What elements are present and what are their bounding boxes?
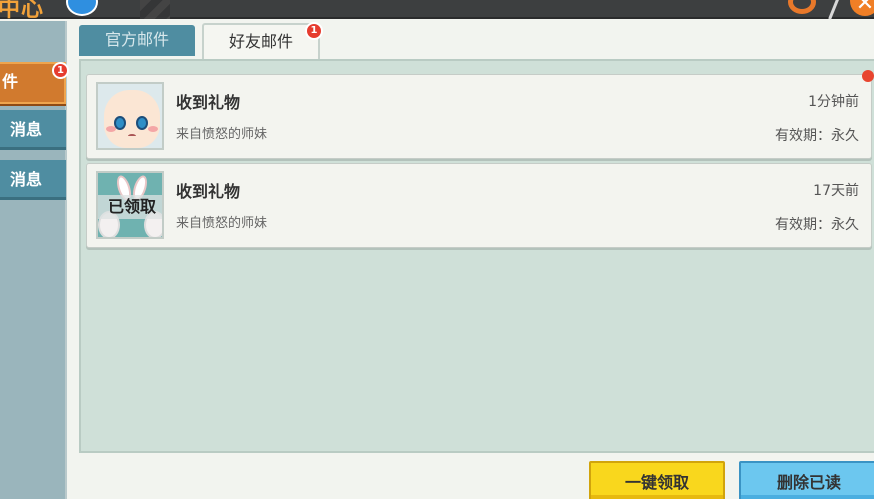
claimed-label: 已领取 <box>98 195 162 219</box>
mail-subject: 收到礼物 <box>176 93 241 112</box>
divider <box>828 0 841 20</box>
avatar-cheek <box>106 126 116 132</box>
notification-badge: 1 <box>305 22 323 40</box>
unread-dot-icon <box>862 70 874 82</box>
claim-all-button[interactable]: 一键领取 <box>589 461 725 499</box>
sender-avatar <box>96 82 164 150</box>
mail-time: 17天前 <box>813 183 859 199</box>
sidebar-item-label: 消息 <box>9 170 42 189</box>
window-title: 中心 <box>0 0 45 22</box>
decorative-stripe <box>140 0 170 19</box>
gear-icon[interactable] <box>788 0 816 14</box>
top-bar: 中心 ✕ <box>0 0 874 22</box>
info-icon[interactable] <box>66 0 98 16</box>
sender-avatar: 已领取 <box>96 171 164 239</box>
tab-official-mail[interactable]: 官方邮件 <box>79 25 195 56</box>
notification-badge: 1 <box>52 62 69 79</box>
mail-time: 1分钟前 <box>808 94 859 110</box>
mail-validity: 有效期：永久 <box>775 128 859 144</box>
mail-sender: 来自愤怒的师妹 <box>176 216 268 231</box>
avatar-cheek <box>148 126 158 132</box>
close-icon[interactable]: ✕ <box>850 0 874 16</box>
mail-sender: 来自愤怒的师妹 <box>176 127 268 142</box>
tab-friend-mail[interactable]: 好友邮件 <box>202 23 320 59</box>
avatar-face <box>104 90 160 148</box>
mail-item[interactable]: 已领取 收到礼物 来自愤怒的师妹 17天前 有效期：永久 <box>86 163 872 248</box>
mail-subject: 收到礼物 <box>176 182 241 201</box>
sidebar-item-label: 消息 <box>9 120 42 139</box>
sidebar-item-messages-2[interactable]: 消息 <box>0 160 66 200</box>
sidebar-item-messages[interactable]: 消息 <box>0 110 66 150</box>
avatar-eye <box>136 116 148 130</box>
avatar-mouth <box>128 134 136 138</box>
delete-read-button[interactable]: 删除已读 <box>739 461 874 499</box>
sidebar-item-label: 件 <box>1 72 18 91</box>
mail-validity: 有效期：永久 <box>775 217 859 233</box>
mail-item[interactable]: 收到礼物 来自愤怒的师妹 1分钟前 有效期：永久 <box>86 74 872 159</box>
